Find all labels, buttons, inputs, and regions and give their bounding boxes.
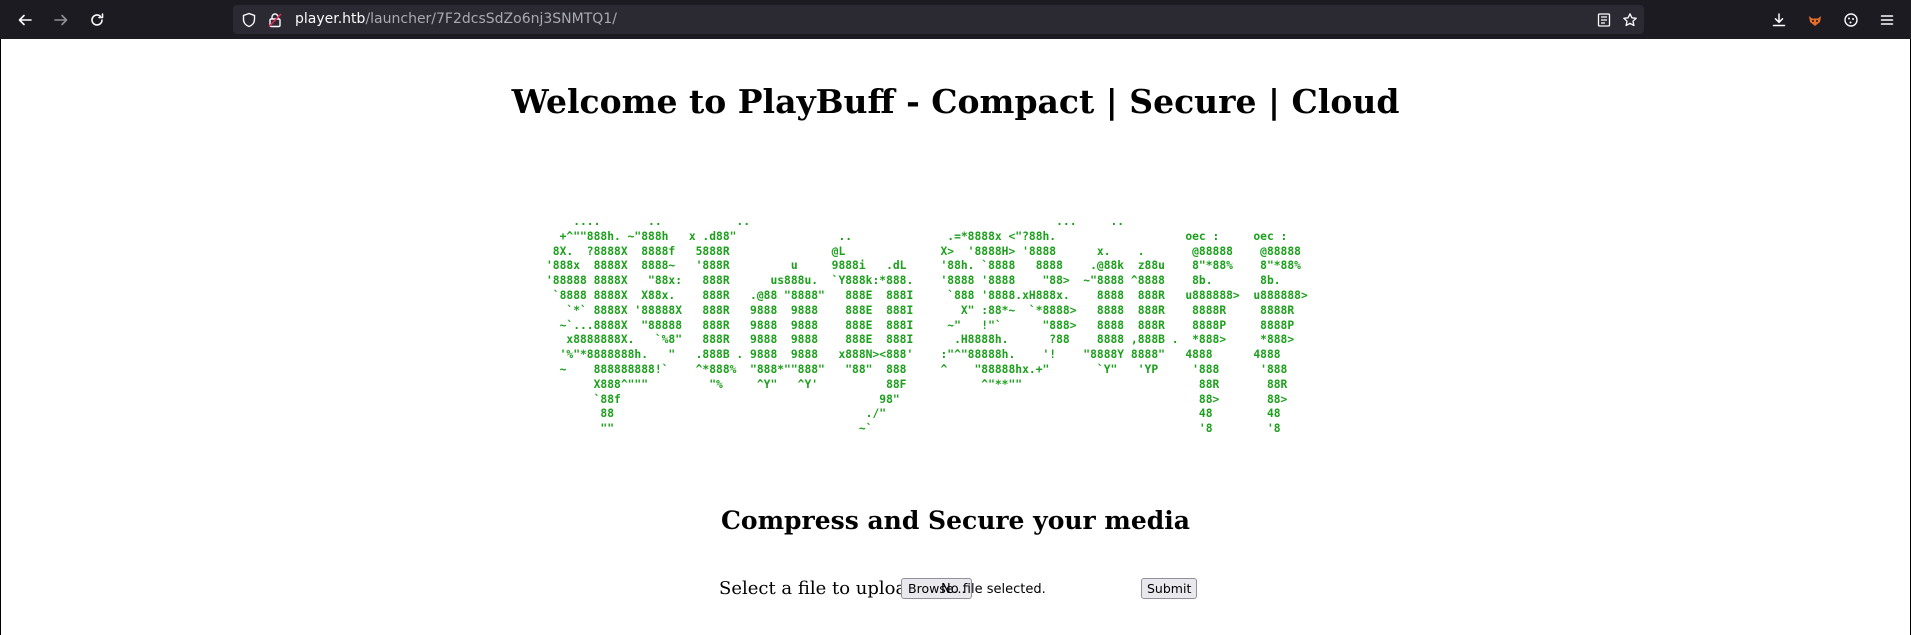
shield-icon[interactable]	[241, 12, 257, 28]
url-path: /launcher/7F2dcsSdZo6nj3SNMTQ1/	[365, 11, 617, 27]
back-arrow-icon[interactable]	[11, 6, 39, 34]
upload-label: Select a file to upload	[719, 578, 918, 599]
downloads-icon[interactable]	[1765, 6, 1793, 34]
menu-icon[interactable]	[1873, 6, 1901, 34]
browser-toolbar: player.htb/launcher/7F2dcsSdZo6nj3SNMTQ1…	[0, 0, 1911, 39]
reader-mode-icon[interactable]	[1596, 12, 1612, 28]
address-bar[interactable]: player.htb/launcher/7F2dcsSdZo6nj3SNMTQ1…	[233, 5, 1644, 34]
page-title: Welcome to PlayBuff - Compact | Secure |…	[511, 82, 1400, 121]
file-status-text: No file selected.	[941, 582, 1046, 597]
extension-fox-icon[interactable]	[1801, 6, 1829, 34]
ascii-logo: .... .. .. ... .. +^""888h. ~"888h x .d8…	[546, 215, 1308, 436]
page-subtitle: Compress and Secure your media	[721, 506, 1190, 535]
extension-cookie-icon[interactable]	[1837, 6, 1865, 34]
url-host: player.htb	[295, 11, 366, 27]
lock-warning-icon[interactable]	[267, 12, 283, 28]
bookmark-star-icon[interactable]	[1622, 12, 1638, 28]
url-text[interactable]: player.htb/launcher/7F2dcsSdZo6nj3SNMTQ1…	[295, 11, 617, 27]
forward-arrow-icon[interactable]	[47, 6, 75, 34]
reload-icon[interactable]	[83, 6, 111, 34]
submit-button[interactable]: Submit	[1141, 578, 1198, 599]
viewport-border-left	[0, 39, 1, 635]
